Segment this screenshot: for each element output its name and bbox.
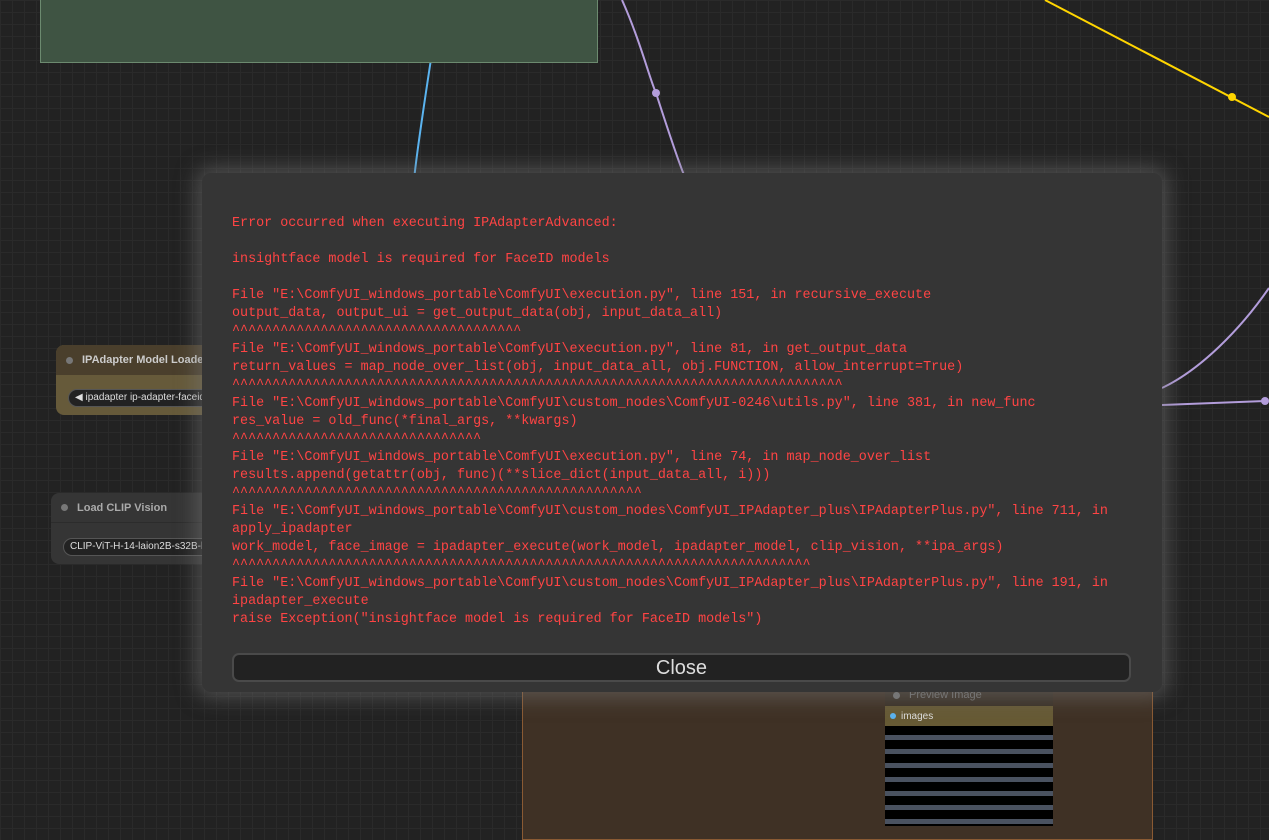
error-line: results.append(getattr(obj, func)(**slic… xyxy=(232,468,771,483)
group-brown xyxy=(522,680,1153,840)
error-line: work_model, face_image = ipadapter_execu… xyxy=(232,540,1004,555)
model-link-right-2 xyxy=(1161,400,1266,406)
yellow-link xyxy=(1044,0,1269,118)
node-status-dot xyxy=(893,691,900,699)
error-dialog: Error occurred when executing IPAdapterA… xyxy=(202,173,1162,692)
error-line xyxy=(232,269,1132,287)
error-line: File "E:\ComfyUI_windows_portable\ComfyU… xyxy=(232,504,1116,537)
node-status-dot xyxy=(66,356,73,364)
error-line xyxy=(232,233,1132,251)
link-reroute-dot xyxy=(1228,93,1236,101)
error-line: ^^^^^^^^^^^^^^^^^^^^^^^^^^^^^^^^^^^^ xyxy=(232,324,522,339)
error-line: Error occurred when executing IPAdapterA… xyxy=(232,216,618,231)
model-link xyxy=(621,0,685,176)
error-line: ^^^^^^^^^^^^^^^^^^^^^^^^^^^^^^^^^^^^^^^^… xyxy=(232,378,843,393)
node-status-dot xyxy=(61,504,68,511)
images-input-slot[interactable]: images xyxy=(885,706,1053,726)
group-node-green[interactable] xyxy=(40,0,598,63)
error-line: ^^^^^^^^^^^^^^^^^^^^^^^^^^^^^^^^^^^^^^^^… xyxy=(232,486,642,501)
error-line: insightface model is required for FaceID… xyxy=(232,252,610,267)
error-line: File "E:\ComfyUI_windows_portable\ComfyU… xyxy=(232,342,907,357)
error-line: File "E:\ComfyUI_windows_portable\ComfyU… xyxy=(232,576,1116,609)
model-link-right xyxy=(1161,287,1269,389)
preview-image xyxy=(885,726,1053,826)
error-line: res_value = old_func(*final_args, **kwar… xyxy=(232,414,578,429)
error-line: ^^^^^^^^^^^^^^^^^^^^^^^^^^^^^^^^^^^^^^^^… xyxy=(232,558,811,573)
node-title: IPAdapter Model Loader xyxy=(82,354,208,366)
preview-image-node[interactable]: Preview Image images xyxy=(885,684,1053,826)
error-line: File "E:\ComfyUI_windows_portable\ComfyU… xyxy=(232,396,1036,411)
error-line: raise Exception("insightface model is re… xyxy=(232,612,763,627)
error-line: return_values = map_node_over_list(obj, … xyxy=(232,360,964,375)
slot-dot-icon xyxy=(890,713,896,719)
error-line: output_data, output_ui = get_output_data… xyxy=(232,306,723,321)
error-line: ^^^^^^^^^^^^^^^^^^^^^^^^^^^^^^^ xyxy=(232,432,482,447)
link-reroute-dot xyxy=(652,89,660,97)
slot-label: images xyxy=(901,710,934,722)
error-line: File "E:\ComfyUI_windows_portable\ComfyU… xyxy=(232,288,932,303)
close-button[interactable]: Close xyxy=(232,653,1131,682)
link-reroute-dot xyxy=(1261,397,1269,405)
node-title: Load CLIP Vision xyxy=(77,501,168,514)
error-line: File "E:\ComfyUI_windows_portable\ComfyU… xyxy=(232,450,932,465)
error-traceback: Error occurred when executing IPAdapterA… xyxy=(232,215,1132,641)
